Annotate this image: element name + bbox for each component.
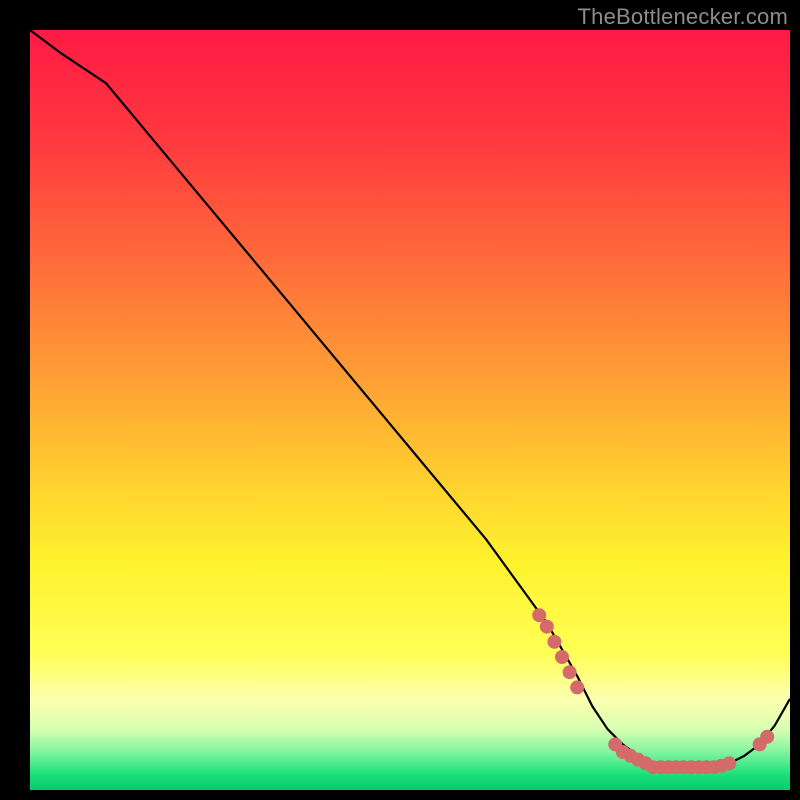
data-marker (540, 620, 554, 634)
bottleneck-curve-plot (0, 0, 800, 800)
data-marker (563, 665, 577, 679)
gradient-background (30, 30, 790, 790)
data-marker (555, 650, 569, 664)
data-marker (532, 608, 546, 622)
data-marker (722, 756, 736, 770)
data-marker (760, 730, 774, 744)
chart-container: { "attribution": "TheBottlenecker.com", … (0, 0, 800, 800)
data-marker (547, 635, 561, 649)
data-marker (570, 680, 584, 694)
attribution-label: TheBottlenecker.com (578, 4, 788, 30)
